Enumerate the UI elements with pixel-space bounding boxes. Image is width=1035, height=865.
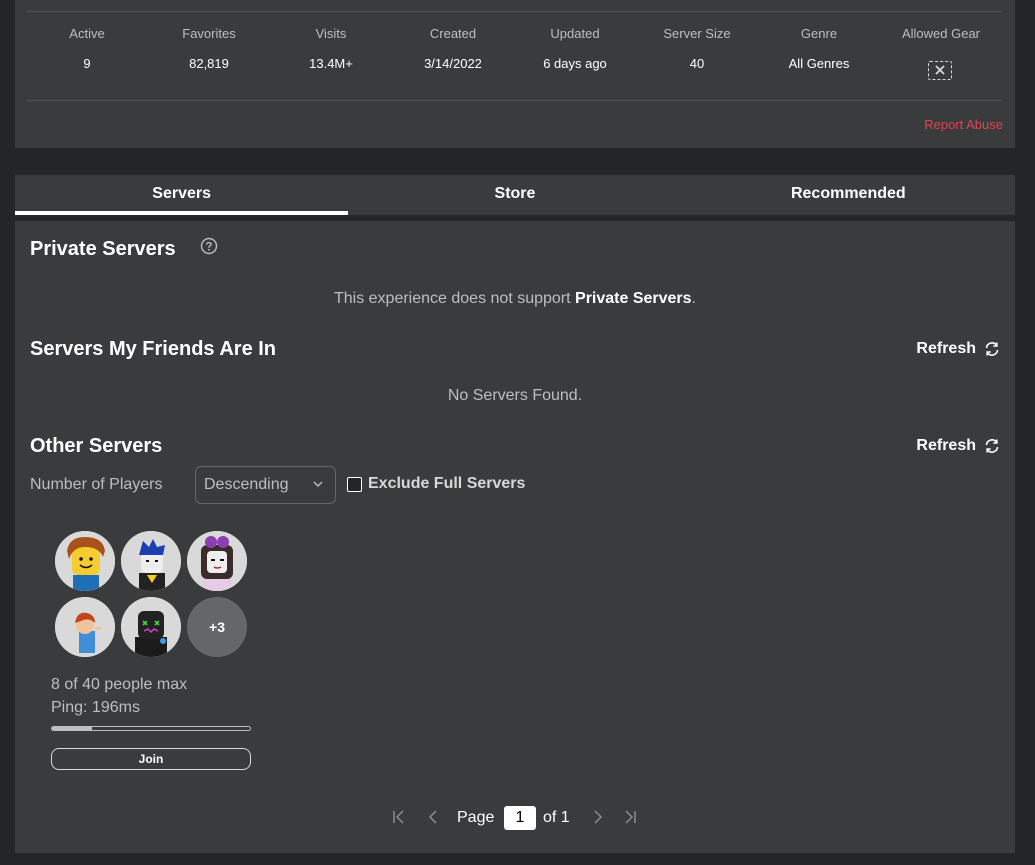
other-servers-title: Other Servers (30, 435, 163, 457)
chevron-down-icon (313, 481, 323, 488)
friends-servers-title: Servers My Friends Are In (30, 338, 277, 360)
refresh-friends-button[interactable]: Refresh (916, 340, 1000, 358)
servers-panel: Private Servers This experience does not… (15, 221, 1015, 853)
previous-page-icon[interactable] (427, 810, 441, 824)
message-end: . (691, 290, 696, 307)
stat-value: All Genres (788, 56, 850, 71)
divider-top (27, 11, 1002, 12)
refresh-other-button[interactable]: Refresh (916, 437, 1000, 455)
tab-store[interactable]: Store (348, 175, 681, 215)
stat-label: Server Size (663, 26, 731, 41)
exclude-full-label: Exclude Full Servers (368, 475, 526, 492)
player-avatar[interactable] (187, 531, 247, 591)
page-label: Page (457, 809, 495, 826)
server-capacity: 8 of 40 people max (51, 676, 188, 693)
refresh-label: Refresh (916, 340, 976, 357)
last-page-icon[interactable] (623, 810, 637, 824)
sort-value: Descending (204, 476, 289, 493)
stat-allowed-gear: Allowed Gear (881, 26, 1001, 42)
more-players-badge: +3 (187, 597, 247, 657)
stat-value: 40 (689, 56, 705, 71)
server-fill-bar (51, 726, 251, 731)
help-icon[interactable] (200, 237, 218, 255)
first-page-icon[interactable] (392, 810, 406, 824)
stat-label: Visits (315, 26, 347, 41)
divider-bottom (27, 100, 1002, 101)
stat-label: Created (429, 26, 477, 41)
stat-label: Favorites (182, 26, 236, 41)
sort-label: Number of Players (30, 476, 163, 493)
private-servers-title: Private Servers (30, 238, 176, 260)
stat-value: 13.4M+ (309, 56, 353, 71)
no-gear-icon (928, 61, 952, 80)
pagination: Page 1 of 1 (15, 805, 1015, 831)
stat-visits: Visits 13.4M+ (271, 26, 391, 71)
player-avatar[interactable] (121, 531, 181, 591)
stat-value: 82,819 (189, 56, 229, 71)
stat-label: Active (69, 26, 105, 41)
stat-label: Allowed Gear (901, 26, 981, 41)
refresh-icon (985, 439, 999, 453)
stat-created: Created 3/14/2022 (393, 26, 513, 71)
tab-recommended[interactable]: Recommended (682, 175, 1015, 215)
stat-label: Genre (800, 26, 838, 41)
stat-value: 9 (83, 56, 91, 71)
stat-server-size: Server Size 40 (637, 26, 757, 71)
sort-order-select[interactable]: Descending (195, 466, 336, 504)
server-fill-progress (52, 727, 92, 730)
stat-genre: Genre All Genres (759, 26, 879, 71)
exclude-full-servers-toggle[interactable]: Exclude Full Servers (347, 475, 525, 493)
player-avatar[interactable] (55, 531, 115, 591)
join-button[interactable]: Join (51, 748, 251, 770)
page-total: of 1 (543, 809, 570, 826)
private-servers-message: This experience does not support Private… (15, 290, 1015, 308)
no-servers-message: No Servers Found. (447, 387, 583, 404)
report-abuse-link[interactable]: Report Abuse (924, 117, 1003, 132)
message-text: This experience does not support (333, 290, 576, 307)
message-emphasis: Private Servers (575, 290, 692, 307)
stat-active: Active 9 (27, 26, 147, 71)
stat-value: 6 days ago (543, 56, 607, 71)
exclude-full-checkbox[interactable] (347, 476, 362, 492)
server-ping: Ping: 196ms (51, 699, 140, 716)
page-number-input[interactable]: 1 (504, 806, 536, 830)
game-stats-panel: Active 9 Favorites 82,819 Visits 13.4M+ … (15, 0, 1015, 148)
next-page-icon[interactable] (590, 810, 604, 824)
player-avatar[interactable] (121, 597, 181, 657)
refresh-label: Refresh (916, 437, 976, 454)
tab-bar: Servers Store Recommended (15, 175, 1015, 215)
stat-updated: Updated 6 days ago (515, 26, 635, 71)
refresh-icon (985, 342, 999, 356)
player-avatar[interactable] (55, 597, 115, 657)
tab-servers[interactable]: Servers (15, 175, 349, 215)
stat-label: Updated (550, 26, 600, 41)
stat-value: 3/14/2022 (424, 56, 482, 71)
stat-favorites: Favorites 82,819 (149, 26, 269, 71)
